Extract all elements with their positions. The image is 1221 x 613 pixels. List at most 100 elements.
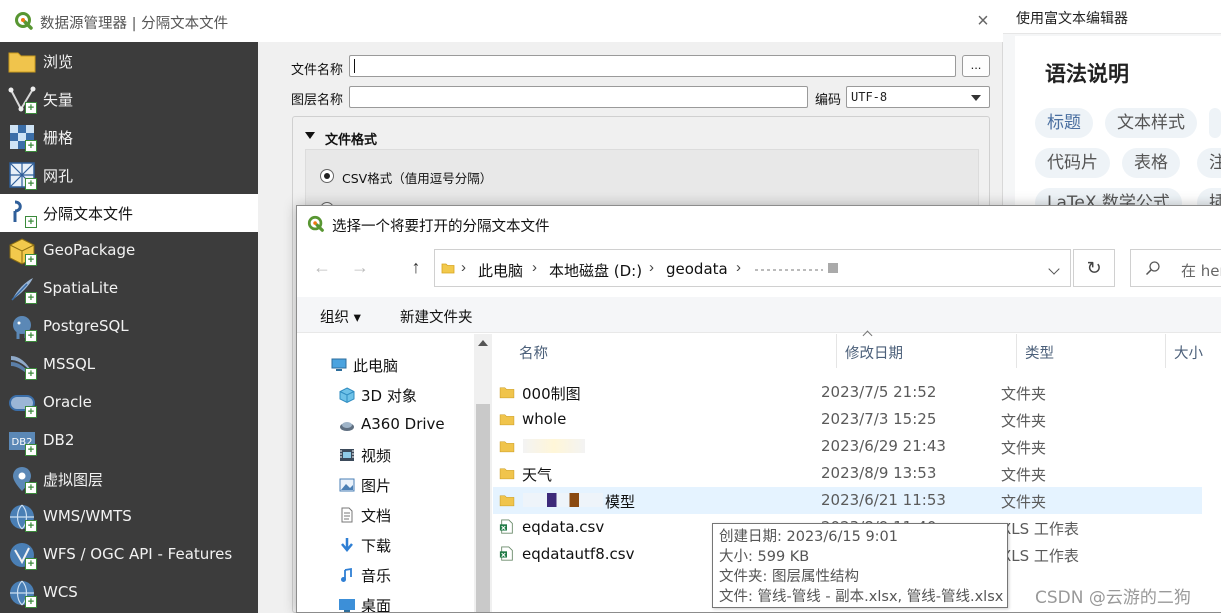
- wms-icon: +: [7, 502, 37, 532]
- delimited-text-icon: +: [7, 198, 37, 228]
- scrollbar-thumb[interactable]: [476, 404, 490, 612]
- chip-heading[interactable]: 标题: [1035, 108, 1093, 138]
- nav-item-music[interactable]: 音乐: [297, 559, 474, 589]
- nav-item-documents[interactable]: 文档: [297, 499, 474, 529]
- column-name[interactable]: 名称: [519, 342, 548, 363]
- file-row[interactable]: 2023/6/29 21:43 文件夹: [493, 433, 1202, 460]
- splitter-handle[interactable]: [258, 42, 276, 613]
- folder-icon: [441, 263, 455, 274]
- encoding-select[interactable]: UTF-8: [846, 86, 990, 108]
- column-divider[interactable]: [1016, 334, 1017, 368]
- browse-button[interactable]: ...: [962, 55, 990, 77]
- chip-overflow-1[interactable]: [1209, 108, 1221, 138]
- sidebar-item-label: SpatiaLite: [43, 279, 119, 297]
- sidebar-item-geopackage[interactable]: + GeoPackage: [0, 232, 258, 270]
- window-title: 数据源管理器 | 分隔文本文件: [40, 16, 229, 32]
- address-bar[interactable]: › 此电脑 › 本地磁盘 (D:) › geodata ›: [434, 249, 1071, 287]
- csv-radio[interactable]: [320, 169, 334, 183]
- file-name-input[interactable]: [349, 55, 956, 77]
- pictures-icon: [338, 476, 356, 494]
- search-box[interactable]: 在 here: [1130, 249, 1221, 287]
- file-row[interactable]: 000制图 2023/7/5 21:52 文件夹: [493, 379, 1202, 406]
- refresh-button[interactable]: ↻: [1073, 249, 1115, 287]
- chip-table[interactable]: 表格: [1122, 148, 1180, 178]
- column-size[interactable]: 大小: [1174, 342, 1203, 363]
- breadcrumb-this-pc[interactable]: 此电脑: [478, 260, 523, 281]
- video-icon: [338, 446, 356, 464]
- chip-note[interactable]: 注: [1197, 148, 1221, 178]
- scroll-up-arrow-icon[interactable]: [478, 340, 488, 346]
- file-row[interactable]: whole 2023/7/3 15:25 文件夹: [493, 406, 1202, 433]
- qgis-logo-icon: [307, 215, 324, 232]
- nav-item-computer[interactable]: 此电脑: [297, 349, 474, 379]
- close-icon[interactable]: ×: [972, 10, 994, 32]
- blurred-filename: [523, 493, 603, 507]
- blurred-filename: [523, 439, 585, 453]
- syntax-panel-title: 语法说明: [1045, 62, 1129, 86]
- sidebar-item-wms[interactable]: + WMS/WMTS: [0, 498, 258, 536]
- organize-button[interactable]: 组织 ▾: [320, 306, 361, 327]
- sidebar-item-label: 分隔文本文件: [43, 205, 134, 223]
- folder-icon: [499, 384, 515, 400]
- layer-name-input[interactable]: [349, 86, 808, 108]
- search-placeholder: 在 here: [1181, 262, 1221, 280]
- nav-item-download[interactable]: 下载: [297, 529, 474, 559]
- sidebar-item-delimited-text[interactable]: + 分隔文本文件: [0, 194, 258, 232]
- column-divider[interactable]: [1165, 334, 1166, 368]
- spatialite-icon: +: [7, 274, 37, 304]
- up-arrow-icon[interactable]: ↑: [405, 256, 427, 278]
- chip-code[interactable]: 代码片: [1035, 148, 1110, 178]
- sidebar-item-label: WCS: [43, 583, 78, 601]
- blurred-path-block: [828, 263, 838, 273]
- sidebar-item-vector[interactable]: + 矢量: [0, 80, 258, 118]
- sidebar-item-wfs[interactable]: + WFS / OGC API - Features: [0, 536, 258, 574]
- encoding-label: 编码: [815, 93, 842, 108]
- nav-item-video[interactable]: 视频: [297, 439, 474, 469]
- cloud-drive-icon: [338, 416, 356, 434]
- sidebar-item-db2[interactable]: DB2 + DB2: [0, 422, 258, 460]
- navigation-scrollbar[interactable]: [474, 334, 492, 612]
- sidebar-item-spatialite[interactable]: + SpatiaLite: [0, 270, 258, 308]
- music-icon: [338, 566, 356, 584]
- sidebar-item-mesh[interactable]: + 网孔: [0, 156, 258, 194]
- column-modified[interactable]: 修改日期: [845, 342, 903, 363]
- sidebar-item-folder[interactable]: 浏览: [0, 42, 258, 80]
- sidebar-item-raster[interactable]: + 栅格: [0, 118, 258, 156]
- sidebar-item-label: DB2: [43, 431, 75, 449]
- nav-item-desktop[interactable]: 桌面: [297, 589, 474, 612]
- breadcrumb-separator-icon: ›: [461, 259, 466, 276]
- sidebar-item-wcs[interactable]: + WCS: [0, 574, 258, 612]
- sidebar-item-virtual-layer[interactable]: + 虚拟图层: [0, 460, 258, 498]
- mesh-icon: +: [7, 160, 37, 190]
- column-type[interactable]: 类型: [1025, 342, 1054, 363]
- column-divider[interactable]: [836, 334, 837, 368]
- postgresql-icon: +: [7, 312, 37, 342]
- mssql-icon: +: [7, 350, 37, 380]
- chevron-down-icon[interactable]: [1048, 263, 1060, 275]
- tooltip-line-size: 大小: 599 KB: [719, 549, 810, 565]
- chip-text-style[interactable]: 文本样式: [1105, 108, 1197, 138]
- file-row[interactable]: 模型 2023/6/21 11:53 文件夹: [493, 487, 1202, 514]
- breadcrumb-geodata[interactable]: geodata: [666, 260, 728, 278]
- breadcrumb-local-disk[interactable]: 本地磁盘 (D:): [549, 260, 642, 281]
- nav-item-pictures[interactable]: 图片: [297, 469, 474, 499]
- editor-header: 使用富文本编辑器: [1003, 0, 1221, 34]
- breadcrumb-separator-icon: ›: [736, 259, 741, 276]
- back-arrow-icon[interactable]: ←: [311, 256, 333, 278]
- nav-item-3d-objects[interactable]: 3D 对象: [297, 379, 474, 409]
- file-modified: 2023/7/3 15:25: [821, 410, 937, 428]
- file-name: 模型: [605, 493, 636, 511]
- nav-item-cloud-drive[interactable]: A360 Drive: [297, 409, 474, 439]
- new-folder-button[interactable]: 新建文件夹: [400, 306, 473, 327]
- forward-arrow-icon[interactable]: →: [349, 256, 371, 278]
- file-modified: 2023/8/9 13:53: [821, 464, 937, 482]
- editor-header-text[interactable]: 使用富文本编辑器: [1016, 8, 1128, 28]
- file-row[interactable]: 天气 2023/8/9 13:53 文件夹: [493, 460, 1202, 487]
- csv-radio-label[interactable]: CSV格式（值用逗号分隔）: [342, 168, 492, 187]
- sidebar-item-postgresql[interactable]: + PostgreSQL: [0, 308, 258, 346]
- sidebar-item-mssql[interactable]: + MSSQL: [0, 346, 258, 384]
- sidebar-item-oracle[interactable]: + Oracle: [0, 384, 258, 422]
- oracle-icon: +: [7, 388, 37, 418]
- file-tooltip: 创建日期: 2023/6/15 9:01 大小: 599 KB 文件夹: 图层属…: [712, 523, 1008, 608]
- geopackage-icon: +: [7, 236, 37, 266]
